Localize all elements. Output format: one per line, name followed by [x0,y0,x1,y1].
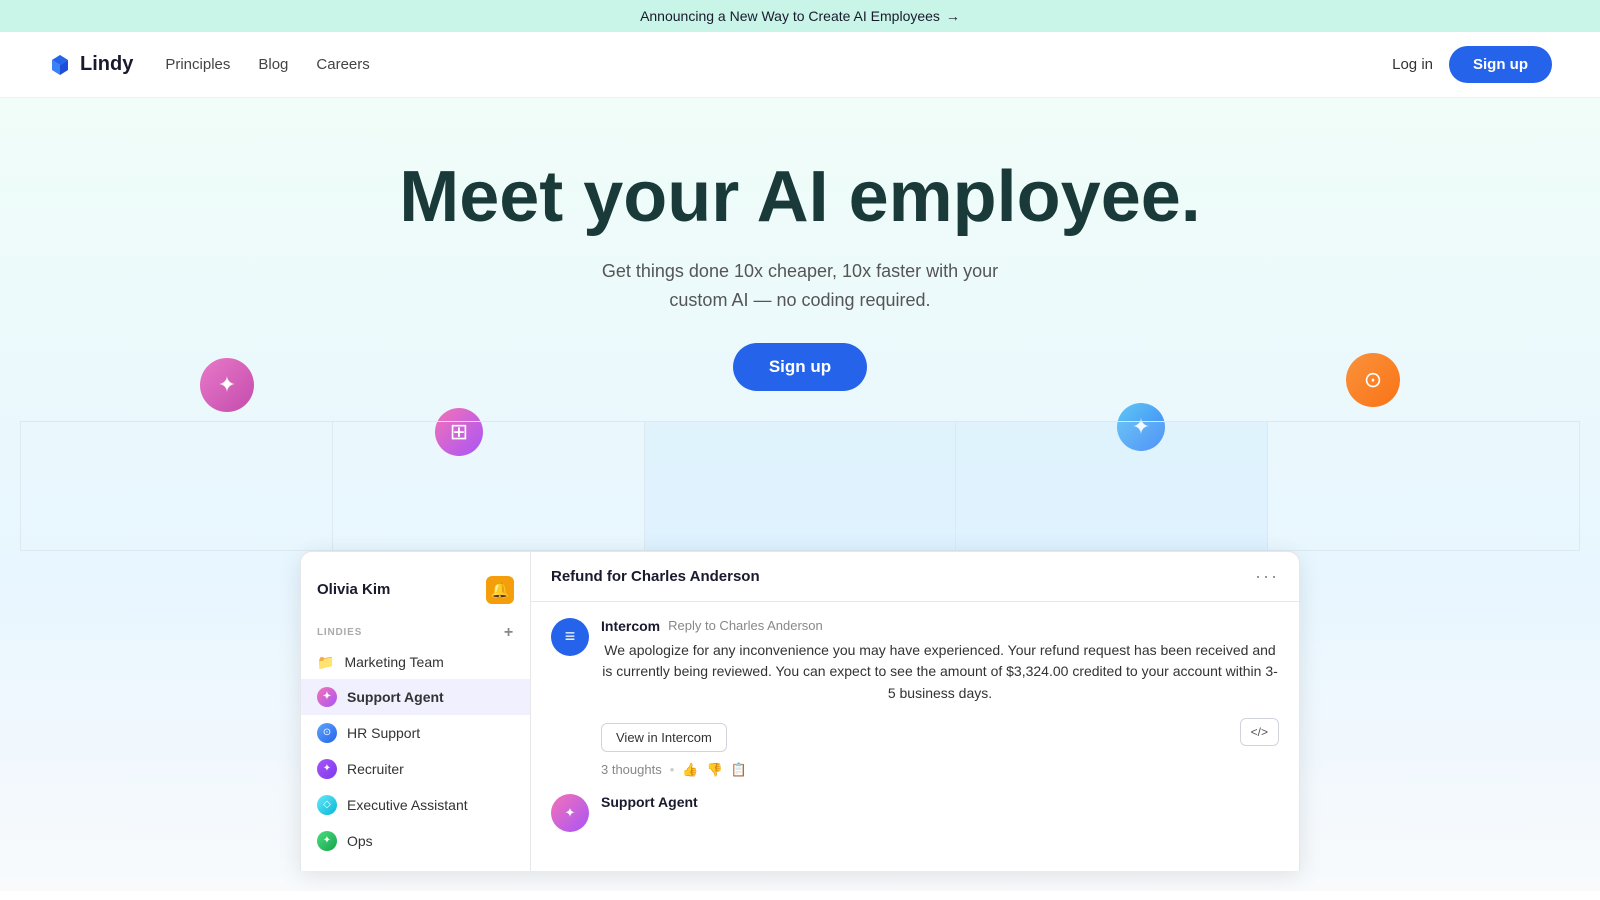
floating-icon-1: ✦ [200,358,254,412]
support-agent-icon: ✦ [317,687,337,707]
sidebar-item-recruiter[interactable]: ✦ Recruiter [301,751,530,787]
sidebar-item-ops[interactable]: ✦ Ops [301,823,530,859]
message-action: Reply to Charles Anderson [668,618,823,633]
logo[interactable]: Lindy [48,53,133,77]
sidebar-item-label: Recruiter [347,761,404,777]
hero-section: Meet your AI employee. Get things done 1… [0,98,1600,891]
hero-subtext: Get things done 10x cheaper, 10x faster … [20,257,1580,315]
announcement-arrow: → [946,8,960,24]
thumbs-up-icon[interactable]: 👍 [682,762,698,778]
ops-icon: ✦ [317,831,337,851]
announcement-bar: Announcing a New Way to Create AI Employ… [0,0,1600,32]
main-content: Refund for Charles Anderson ··· ≡ Interc… [531,552,1299,871]
sidebar-section-label: LINDIES + [301,616,530,646]
login-button[interactable]: Log in [1392,56,1433,73]
message-meta: Intercom Reply to Charles Anderson [601,618,1279,634]
app-demo: Olivia Kim 🔔 LINDIES + 📁 Marketing Team … [300,551,1300,871]
floating-icon-4: ⊙ [1346,353,1400,407]
nav-link-careers[interactable]: Careers [316,56,369,73]
support-agent-message: ✦ Support Agent [551,794,1279,832]
sidebar-item-label: Ops [347,833,373,849]
sidebar-item-label: HR Support [347,725,420,741]
sidebar-item-hr-support[interactable]: ⊙ HR Support [301,715,530,751]
grid-cell-2 [333,422,645,551]
grid-cell-1 [21,422,333,551]
app-sidebar: Olivia Kim 🔔 LINDIES + 📁 Marketing Team … [301,552,531,871]
content-title: Refund for Charles Anderson [551,568,760,585]
support-agent-name-wrapper: Support Agent [601,794,698,832]
sidebar-user-icon: 🔔 [486,576,514,604]
nav-left: Lindy Principles Blog Careers [48,53,370,77]
message-text: We apologize for any inconvenience you m… [601,640,1279,705]
executive-assistant-icon: ◇ [317,795,337,815]
view-in-intercom-button[interactable]: View in Intercom [601,723,727,752]
message-body: Intercom Reply to Charles Anderson We ap… [601,618,1279,778]
message-sender: Intercom [601,618,660,634]
grid-cell-5 [1268,422,1580,551]
code-button[interactable]: </> [1240,718,1279,746]
dot-separator: • [670,762,675,777]
sidebar-username: Olivia Kim [317,581,390,598]
hero-grid [20,421,1580,551]
grid-cell-3 [645,422,957,551]
sidebar-item-support-agent[interactable]: ✦ Support Agent [301,679,530,715]
message-footer: 3 thoughts • 👍 👎 📋 [601,762,1279,778]
nav-link-blog[interactable]: Blog [258,56,288,73]
sidebar-item-marketing-team[interactable]: 📁 Marketing Team [301,646,530,679]
hero-heading: Meet your AI employee. [20,158,1580,237]
sidebar-add-icon[interactable]: + [504,624,514,642]
message-area: ≡ Intercom Reply to Charles Anderson We … [531,602,1299,871]
sidebar-header: Olivia Kim 🔔 [301,568,530,616]
logo-icon [48,53,72,77]
grid-cell-4 [956,422,1268,551]
thumbs-down-icon[interactable]: 👎 [706,762,722,778]
announcement-text: Announcing a New Way to Create AI Employ… [640,8,940,24]
navigation: Lindy Principles Blog Careers Log in Sig… [0,32,1600,98]
sidebar-item-label: Support Agent [347,689,444,705]
recruiter-icon: ✦ [317,759,337,779]
hero-signup-button[interactable]: Sign up [733,343,867,391]
support-agent-avatar: ✦ [551,794,589,832]
intercom-message: ≡ Intercom Reply to Charles Anderson We … [551,618,1279,778]
sidebar-item-executive-assistant[interactable]: ◇ Executive Assistant [301,787,530,823]
logo-text: Lindy [80,53,133,76]
thoughts-count: 3 thoughts [601,762,662,777]
folder-icon: 📁 [317,654,334,671]
sidebar-item-label: Executive Assistant [347,797,468,813]
signup-button-nav[interactable]: Sign up [1449,46,1552,83]
nav-links: Principles Blog Careers [165,56,369,73]
hr-support-icon: ⊙ [317,723,337,743]
nav-right: Log in Sign up [1392,46,1552,83]
sidebar-item-label: Marketing Team [344,654,443,670]
nav-link-principles[interactable]: Principles [165,56,230,73]
more-options-button[interactable]: ··· [1255,566,1279,587]
intercom-avatar: ≡ [551,618,589,656]
copy-icon[interactable]: 📋 [731,762,747,778]
support-agent-name: Support Agent [601,794,698,810]
content-header: Refund for Charles Anderson ··· [531,552,1299,602]
